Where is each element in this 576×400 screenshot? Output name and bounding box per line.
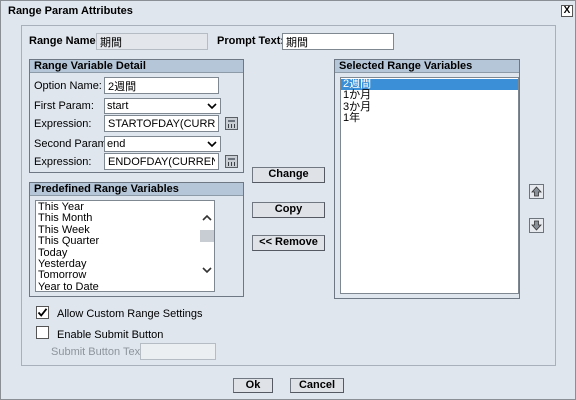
list-item[interactable]: Year to Date: [36, 281, 200, 291]
chevron-down-icon: [207, 103, 217, 110]
calculator-icon[interactable]: [225, 117, 238, 130]
predefined-range-variables-group: Predefined Range Variables This Year This…: [29, 182, 244, 297]
selected-list[interactable]: 2週間 1か月 3か月 1年: [340, 77, 519, 294]
move-up-button[interactable]: [529, 184, 544, 199]
chevron-down-icon[interactable]: [201, 265, 213, 275]
arrow-down-icon: [531, 220, 542, 231]
enable-submit-checkbox[interactable]: [36, 326, 49, 339]
first-expression-field[interactable]: [104, 115, 219, 132]
list-item[interactable]: 3か月: [341, 101, 518, 113]
predefined-list[interactable]: This Year This Month This Week This Quarter…: [35, 200, 215, 292]
close-button[interactable]: X: [561, 5, 573, 17]
first-param-value: start: [107, 100, 129, 112]
selected-range-variables-header: Selected Range Variables: [335, 60, 519, 73]
range-name-label: Range Name:: [29, 35, 100, 47]
allow-custom-checkbox[interactable]: [36, 306, 49, 319]
change-button[interactable]: Change: [252, 167, 325, 183]
second-param-label: Second Param:: [34, 138, 110, 150]
second-expression-label: Expression:: [34, 156, 92, 168]
first-param-label: First Param:: [34, 100, 94, 112]
list-item[interactable]: 1年: [341, 112, 518, 124]
remove-button[interactable]: << Remove: [252, 235, 325, 251]
predefined-items: This Year This Month This Week This Quarter…: [36, 201, 200, 291]
chevron-down-icon: [207, 141, 217, 148]
title-bar: Range Param Attributes X: [2, 2, 574, 20]
list-item[interactable]: This Quarter: [36, 235, 200, 247]
dialog-title: Range Param Attributes: [8, 5, 133, 17]
copy-button[interactable]: Copy: [252, 202, 325, 218]
submit-text-field[interactable]: [140, 343, 216, 360]
first-expression-label: Expression:: [34, 118, 92, 130]
enable-submit-label: Enable Submit Button: [57, 329, 164, 341]
chevron-up-icon[interactable]: [201, 213, 213, 223]
submit-text-label: Submit Button Text:: [51, 346, 147, 358]
scroll-thumb[interactable]: [200, 230, 214, 242]
second-expression-field[interactable]: [104, 153, 219, 170]
calculator-icon[interactable]: [225, 155, 238, 168]
second-param-select[interactable]: end: [104, 136, 221, 152]
option-name-label: Option Name:: [34, 80, 102, 92]
option-name-field[interactable]: [104, 77, 219, 94]
prompt-text-field[interactable]: [282, 33, 394, 50]
checkmark-icon: [37, 308, 48, 317]
allow-custom-label: Allow Custom Range Settings: [57, 308, 203, 320]
range-name-field[interactable]: [96, 33, 208, 50]
range-variable-detail-header: Range Variable Detail: [30, 60, 243, 73]
second-param-value: end: [107, 138, 126, 150]
main-panel: Range Name: Prompt Text: Range Variable …: [21, 25, 556, 366]
predefined-range-variables-header: Predefined Range Variables: [30, 183, 243, 196]
selected-items: 2週間 1か月 3か月 1年: [341, 78, 518, 125]
range-variable-detail-group: Range Variable Detail Option Name: First…: [29, 59, 244, 173]
first-param-select[interactable]: start: [104, 98, 221, 114]
arrow-up-icon: [531, 186, 542, 197]
predefined-scrollbar[interactable]: [200, 201, 214, 291]
move-down-button[interactable]: [529, 218, 544, 233]
range-param-dialog: Range Param Attributes X Range Name: Pro…: [0, 0, 576, 400]
selected-range-variables-group: Selected Range Variables 2週間 1か月 3か月 1年: [334, 59, 520, 299]
cancel-button[interactable]: Cancel: [290, 378, 344, 393]
prompt-text-label: Prompt Text:: [217, 35, 285, 47]
ok-button[interactable]: Ok: [233, 378, 273, 393]
